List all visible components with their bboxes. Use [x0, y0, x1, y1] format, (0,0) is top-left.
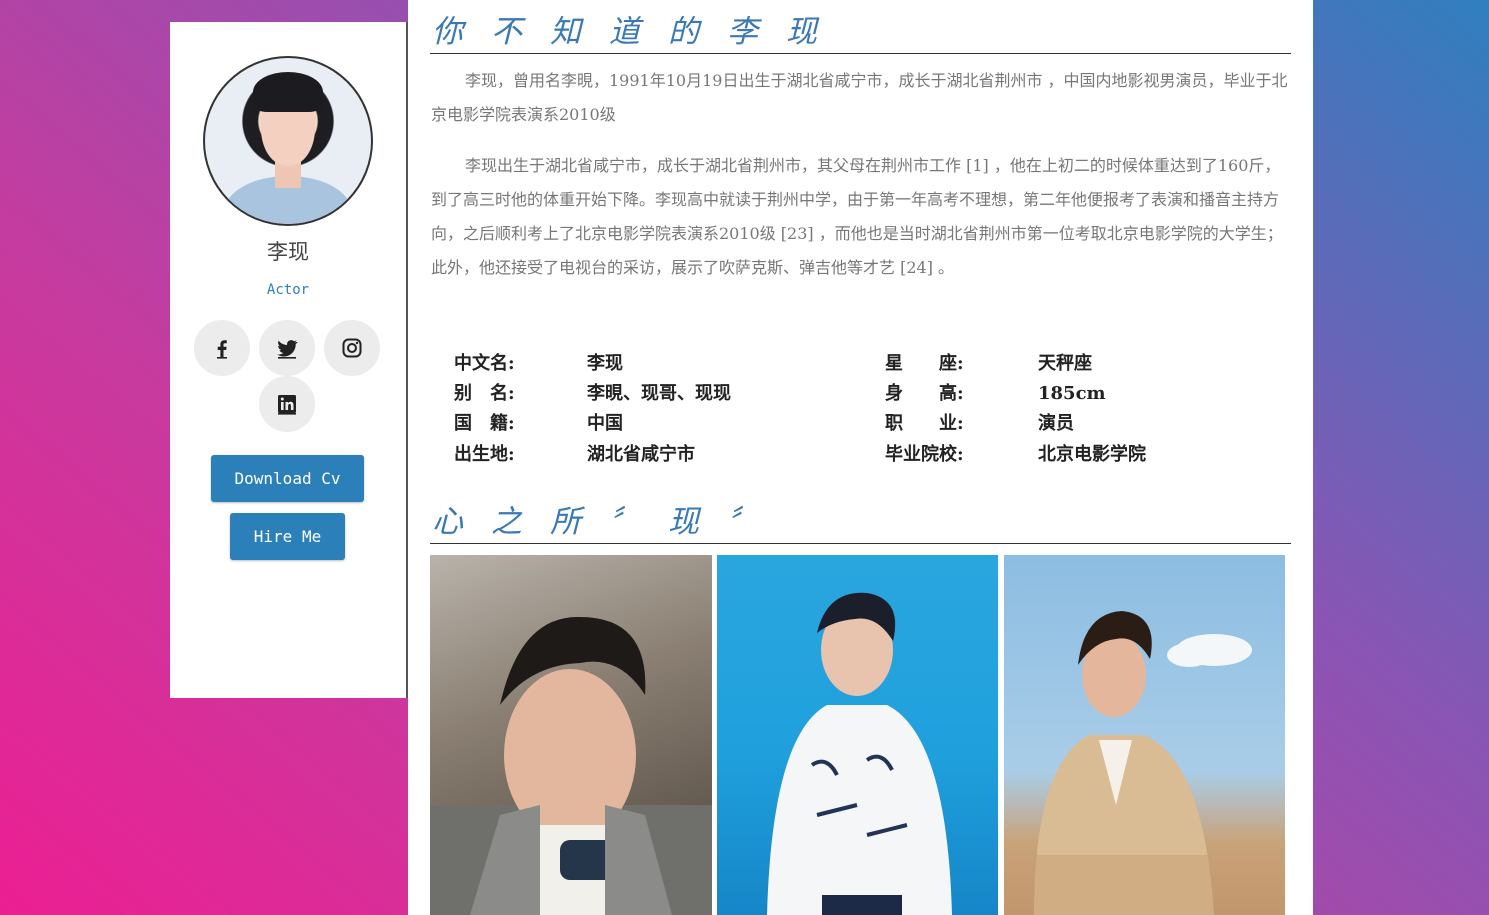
- info-value: 天秤座: [1038, 353, 1092, 374]
- info-label: 别 名:: [454, 383, 515, 404]
- info-label: 国 籍:: [454, 413, 515, 434]
- facebook-icon[interactable]: [194, 320, 250, 376]
- main-content: 你不知道的李现 李现，曾用名李晛，1991年10月19日出生于湖北省咸宁市，成长…: [408, 0, 1313, 915]
- info-label: 身 高:: [885, 383, 964, 404]
- gallery-title: 心之所〞现〞: [432, 504, 786, 540]
- gallery-photo[interactable]: [717, 555, 998, 915]
- info-label: 星 座:: [885, 353, 964, 374]
- profile-role: Actor: [266, 282, 310, 298]
- info-value: 李晛、现哥、现现: [587, 383, 731, 404]
- profile-name: 李现: [267, 240, 309, 264]
- gallery-photo[interactable]: [430, 555, 712, 915]
- info-value: 185cm: [1038, 383, 1106, 404]
- avatar: [203, 56, 373, 226]
- info-value: 湖北省咸宁市: [587, 444, 695, 465]
- info-label: 出生地:: [454, 444, 515, 465]
- info-label: 毕业院校:: [885, 444, 964, 465]
- gallery-divider: [430, 543, 1291, 544]
- profile-card: 李现 Actor Download Cv Hire Me: [170, 22, 408, 698]
- info-label: 中文名:: [454, 353, 515, 374]
- info-value: 中国: [587, 413, 623, 434]
- linkedin-icon[interactable]: [259, 376, 315, 432]
- info-label: 职 业:: [885, 413, 964, 434]
- info-value: 演员: [1038, 413, 1074, 434]
- about-paragraph-1: 李现，曾用名李晛，1991年10月19日出生于湖北省咸宁市，成长于湖北省荆州市 …: [431, 71, 1288, 124]
- title-divider: [430, 53, 1291, 54]
- download-cv-button[interactable]: Download Cv: [211, 455, 364, 502]
- twitter-icon[interactable]: [259, 320, 315, 376]
- about-paragraph-2: 李现出生于湖北省咸宁市，成长于湖北省荆州市，其父母在荆州市工作 [1] ，他在上…: [431, 156, 1283, 277]
- instagram-icon[interactable]: [324, 320, 380, 376]
- hire-me-button[interactable]: Hire Me: [230, 513, 345, 560]
- info-value: 北京电影学院: [1038, 444, 1146, 465]
- gallery-photo[interactable]: [1004, 555, 1285, 915]
- about-title: 你不知道的李现: [432, 14, 845, 50]
- info-value: 李现: [587, 353, 623, 374]
